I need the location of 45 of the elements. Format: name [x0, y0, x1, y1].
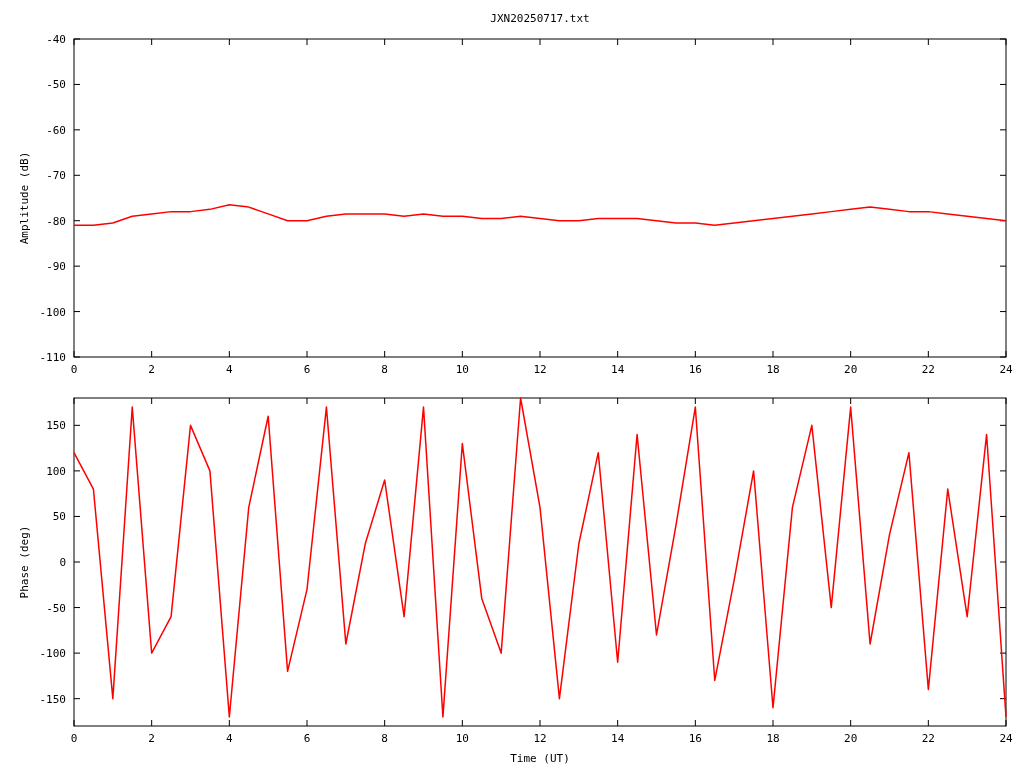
axis-tick-label: -70: [46, 169, 66, 183]
axis-tick-label: 6: [303, 732, 311, 745]
axis-tick-label: 150: [46, 419, 66, 433]
axis-tick-label: -50: [46, 601, 66, 615]
axis-tick-label: -50: [46, 78, 66, 92]
axis-tick-label: 50: [52, 510, 66, 524]
axis-tick-label: 0: [70, 732, 78, 745]
chart-title: JXN20250717.txt: [490, 12, 590, 27]
axis-tick-label: 24: [999, 363, 1013, 376]
y-axis-label: Amplitude (dB): [18, 151, 31, 245]
axis-tick-label: 22: [921, 363, 935, 376]
axis-tick-label: 2: [148, 732, 155, 745]
axis-tick-label: 24: [999, 732, 1013, 745]
axis-tick-label: 4: [226, 732, 233, 745]
axis-tick-label: 20: [844, 732, 858, 745]
y-axis-label: Phase (deg): [18, 525, 31, 599]
axis-tick-label: 0: [70, 363, 78, 376]
axis-tick-label: 22: [921, 732, 935, 745]
axis-tick-label: 6: [303, 363, 311, 376]
axis-tick-label: 12: [533, 732, 547, 745]
axis-tick-label: 100: [46, 464, 66, 478]
axis-tick-label: 10: [455, 732, 469, 745]
axis-tick-label: 4: [226, 363, 233, 376]
axis-tick-label: -100: [39, 305, 66, 319]
axis-tick-label: 16: [688, 732, 702, 745]
axis-tick-label: 8: [381, 363, 388, 376]
axis-tick-label: 16: [688, 363, 702, 376]
axis-tick-label: -150: [39, 692, 66, 706]
axis-tick-label: -90: [46, 260, 66, 274]
axis-tick-label: 8: [381, 732, 388, 745]
axis-tick-label: 20: [844, 363, 858, 376]
axis-tick-label: -110: [39, 351, 66, 364]
axis-tick-label: -100: [39, 647, 66, 661]
axis-tick-label: 2: [148, 363, 155, 376]
axis-tick-label: 18: [766, 363, 780, 376]
axis-tick-label: 12: [533, 363, 547, 376]
axis-tick-label: 14: [611, 363, 625, 376]
axis-tick-label: -80: [46, 214, 66, 228]
axis-tick-label: -60: [46, 123, 66, 137]
axis-tick-label: 14: [611, 732, 625, 745]
axis-tick-label: 0: [59, 556, 66, 569]
x-axis-label: Time (UT): [510, 752, 570, 765]
axis-tick-label: 10: [455, 363, 469, 376]
axis-tick-label: -40: [46, 33, 66, 46]
axis-tick-label: 18: [766, 732, 780, 745]
